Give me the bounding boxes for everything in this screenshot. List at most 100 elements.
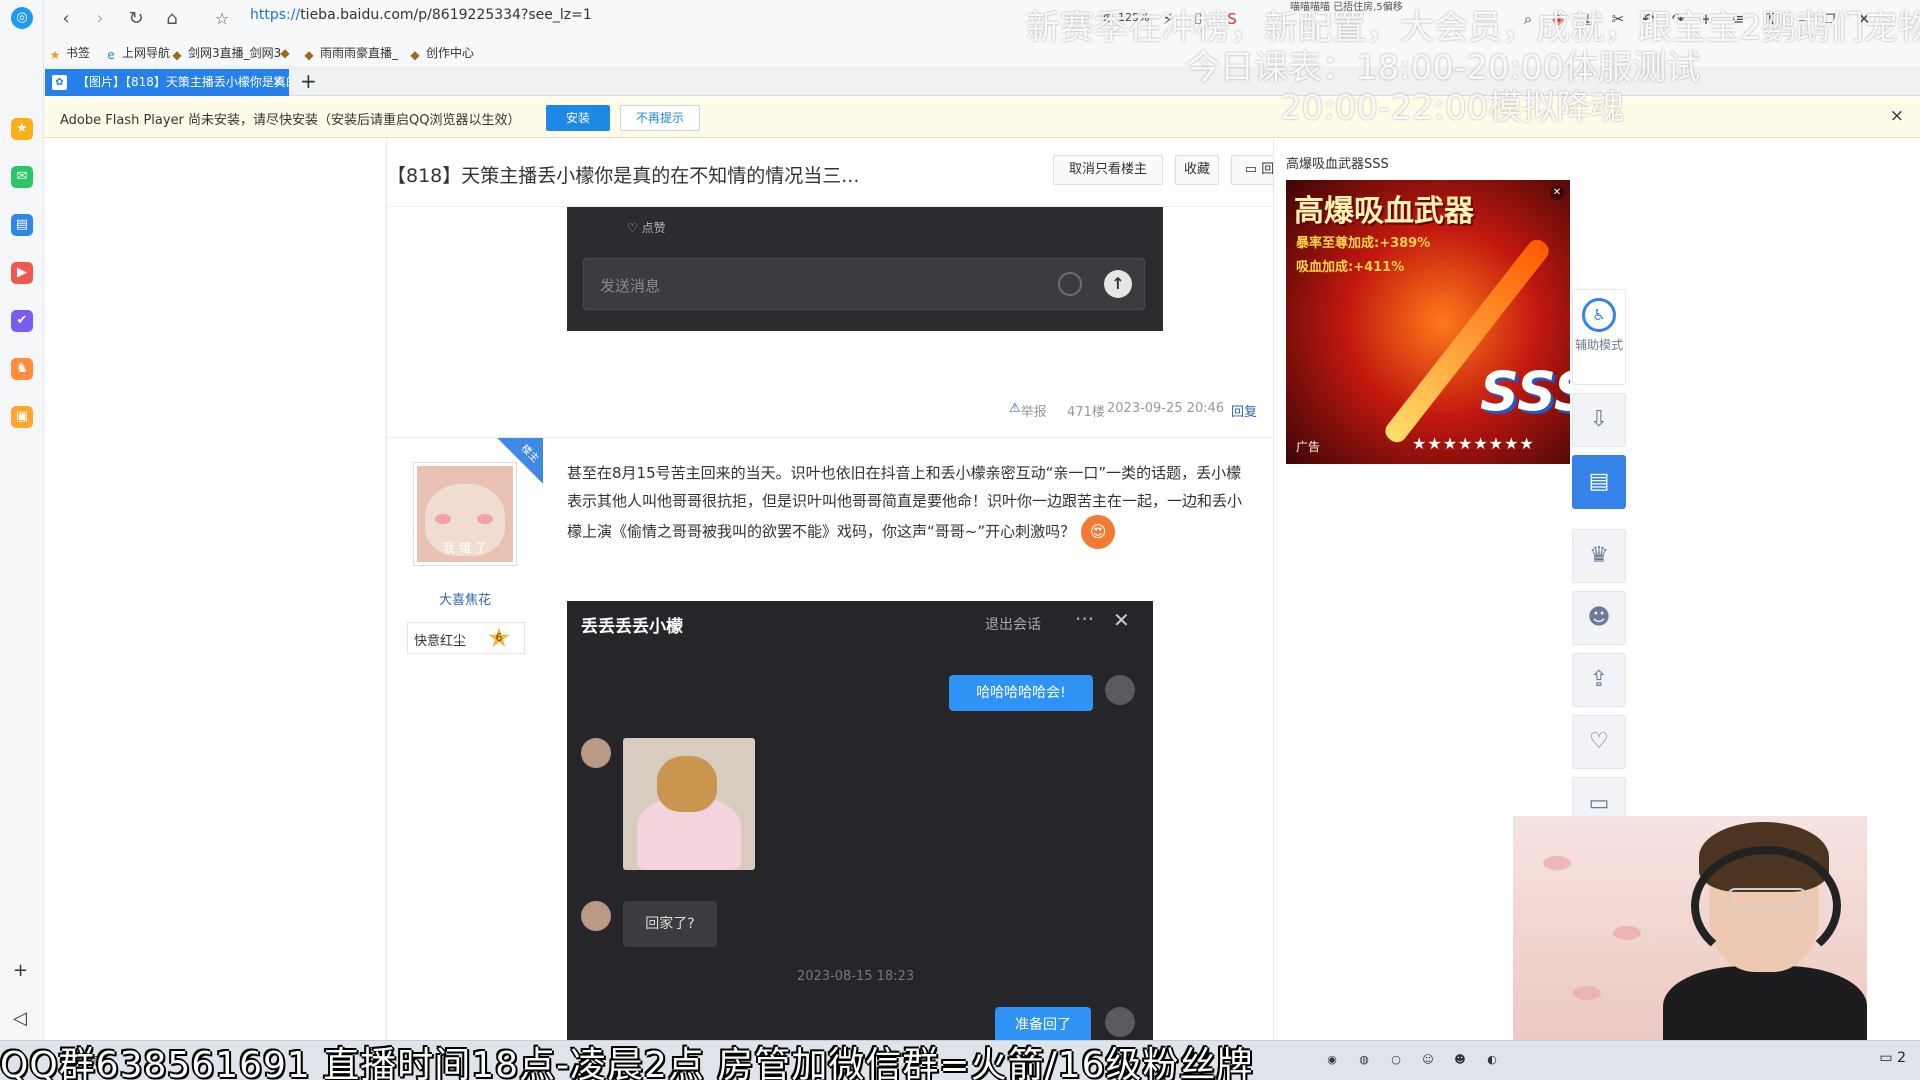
sender-avatar-icon — [1105, 1007, 1135, 1037]
no-remind-button[interactable]: 不再提示 — [620, 105, 700, 131]
game-icon: ◆ — [304, 48, 314, 62]
avatar-caption: 我 错 了 — [443, 541, 487, 555]
ie-icon: e — [107, 48, 115, 62]
more-icon: ··· — [1075, 607, 1095, 631]
share-icon[interactable]: ⇪ — [1572, 653, 1626, 707]
ad-line-1: 暴率至尊加成:+389% — [1296, 236, 1431, 251]
chat-screenshot-top: ♡ 点赞 发送消息 ↑ — [567, 207, 1163, 331]
thread-header: 【818】天策主播丢小檬你是真的在不知情的情况当三... 取消只看楼主 收藏 ▭… — [387, 139, 1273, 207]
favorites-app-icon[interactable]: ★ — [11, 118, 33, 140]
like-heart-icon[interactable]: ♡ — [1572, 715, 1626, 769]
tray-app-icon[interactable]: ☺ — [1420, 1052, 1436, 1068]
close-tab-icon[interactable]: ✕ — [272, 69, 283, 96]
heart-eyes-emoji-icon: 😍 — [1081, 515, 1116, 549]
post-body: 甚至在8月15号苦主回来的当天。识叶也依旧在抖音上和丢小檬亲密互动“亲一口”一类… — [567, 459, 1253, 549]
ad-grade: SSS — [1480, 360, 1570, 423]
send-arrow-icon: ↑ — [1104, 270, 1132, 298]
tray-app-icon[interactable]: ○ — [1388, 1052, 1404, 1068]
ad-headline: 高爆吸血武器 — [1294, 194, 1474, 229]
tieba-favicon: ✿ — [52, 75, 67, 90]
install-button[interactable]: 安装 — [546, 105, 610, 131]
notification-button[interactable]: ▭ 2 — [1879, 1050, 1906, 1066]
floor-number: 471楼 — [1067, 405, 1105, 420]
post-datetime: 2023-09-25 20:46 — [1107, 401, 1225, 416]
ad-banner[interactable]: 高爆吸血武器 暴率至尊加成:+389% 吸血加成:+411% SSS ★★★★★… — [1286, 180, 1570, 464]
tray-app-icon[interactable]: ◍ — [1356, 1052, 1372, 1068]
game-app-icon[interactable]: ♞ — [11, 358, 33, 380]
close-notice-icon[interactable]: × — [1890, 106, 1904, 126]
ad-title[interactable]: 高爆吸血武器SSS — [1286, 153, 1389, 172]
game-icon: ◆ — [280, 46, 290, 60]
headset-graphic — [1691, 846, 1841, 966]
star-icon: ★ — [49, 48, 61, 62]
screen: ◎ ★ ✉ ▤ ▶ ✔ ♞ ▣ + ◁ ‹ › ↻ ⌂ ☆ https://ti… — [0, 0, 1920, 1080]
notification-count: 2 — [1897, 1050, 1906, 1066]
chat-timestamp: 2023-08-15 18:23 — [797, 969, 915, 984]
user-badge[interactable]: 快意红尘 6 — [407, 622, 525, 654]
tray-app-icon[interactable]: ◐ — [1484, 1052, 1500, 1068]
stream-ticker: QQ群638561691 直播时间18点-凌晨2点 房管加微信群=火箭/16级粉… — [0, 1045, 1254, 1080]
close-ad-icon[interactable]: ✕ — [1550, 186, 1564, 200]
collapse-sidebar-icon[interactable]: ◁ — [13, 1008, 27, 1029]
assist-mode-button[interactable]: ♿ 辅助模式 — [1572, 289, 1626, 385]
favorite-button[interactable]: 收藏 — [1175, 155, 1219, 185]
flash-notice-bar: Adobe Flash Player 尚未安装，请尽快安装（安装后请重启QQ浏览… — [44, 97, 1920, 138]
game-icon: ◆ — [172, 48, 182, 62]
url-path: tieba.baidu.com/p/8619225334?see_lz=1 — [300, 7, 592, 23]
reply-button[interactable]: ▭ 回复 — [1231, 155, 1273, 185]
notes-app-icon[interactable]: ▣ — [11, 406, 33, 428]
gift-icon[interactable]: ♛ — [1572, 529, 1626, 583]
thread-title: 【818】天策主播丢小檬你是真的在不知情的情况当三... — [387, 165, 860, 187]
qq-browser-icon[interactable]: ◎ — [11, 7, 33, 29]
send-placeholder: 发送消息 — [600, 277, 661, 295]
hamster-avatar-image: 我 错 了 — [417, 466, 513, 562]
streamer-webcam — [1513, 816, 1867, 1058]
bookmark-item[interactable]: ◆ 创作中心 — [408, 44, 474, 62]
send-message-box: 发送消息 ↑ — [583, 258, 1145, 310]
home-icon[interactable]: ⌂ — [160, 7, 184, 31]
cancel-only-lz-button[interactable]: 取消只看楼主 — [1053, 155, 1163, 185]
user-avatar[interactable]: 我 错 了 — [413, 462, 517, 566]
video-app-icon[interactable]: ▶ — [11, 262, 33, 284]
badge-name: 快意红尘 — [414, 634, 467, 649]
dog-in-blanket-image — [623, 738, 755, 870]
flash-notice-text: Adobe Flash Player 尚未安装，请尽快安装（安装后请重启QQ浏览… — [60, 113, 521, 128]
wechat-app-icon[interactable]: ✉ — [11, 166, 33, 188]
url-scheme: https:// — [250, 7, 301, 23]
assist-label: 辅助模式 — [1574, 338, 1623, 352]
forward-icon[interactable]: › — [88, 7, 112, 31]
bookmark-item[interactable]: ◆ — [278, 44, 296, 60]
tray-app-icon[interactable]: ☻ — [1452, 1052, 1468, 1068]
sender-avatar-icon — [1105, 675, 1135, 705]
mail-app-icon[interactable]: ✔ — [11, 310, 33, 332]
tab-title: 【图片】【818】天策主播丢小檬你是真的在不知情的情况当三... — [77, 75, 289, 89]
file-app-icon[interactable]: ▤ — [11, 214, 33, 236]
back-icon[interactable]: ‹ — [54, 7, 78, 31]
bear-icon[interactable]: ☻ — [1572, 591, 1626, 645]
bookmark-item[interactable]: ◆ 雨雨雨豪直播_ — [302, 44, 398, 62]
chat-bubble-sent: 哈哈哈哈哈会! — [949, 675, 1093, 711]
receiver-avatar-icon — [581, 901, 611, 931]
close-icon: ✕ — [1113, 608, 1130, 632]
bookmark-item[interactable]: ◆ 剑网3直播_剑网3 — [170, 44, 281, 62]
add-app-icon[interactable]: + — [13, 960, 28, 981]
active-tab[interactable]: ✿ 【图片】【818】天策主播丢小檬你是真的在不知情的情况当三... ✕ — [45, 69, 289, 96]
bookmark-star-icon[interactable]: ☆ — [210, 7, 234, 31]
comment-icon[interactable]: ▤ — [1572, 455, 1626, 509]
assist-icon: ♿ — [1582, 298, 1616, 332]
reload-icon[interactable]: ↻ — [124, 7, 148, 31]
bookmark-item[interactable]: ★ 书签 — [48, 44, 90, 62]
ad-tag: 广告 — [1296, 440, 1321, 454]
reply-link[interactable]: 回复 — [1231, 401, 1257, 420]
new-tab-button[interactable]: + — [300, 70, 317, 92]
report-link[interactable]: ⚠ 举报 — [1009, 401, 1047, 420]
exit-chat-label: 退出会话 — [985, 617, 1041, 633]
bookmark-item[interactable]: e 上网导航 — [104, 44, 170, 62]
download-app-icon[interactable]: ⇩ — [1572, 393, 1626, 447]
address-bar[interactable]: https://tieba.baidu.com/p/8619225334?see… — [250, 7, 592, 23]
rating-stars-icon: ★★★★★★★★ — [1412, 434, 1535, 453]
username-link[interactable]: 大喜焦花 — [413, 589, 517, 608]
ad-line-2: 吸血加成:+411% — [1296, 260, 1405, 275]
tray-app-icon[interactable]: ◉ — [1324, 1052, 1340, 1068]
game-icon: ◆ — [410, 48, 420, 62]
